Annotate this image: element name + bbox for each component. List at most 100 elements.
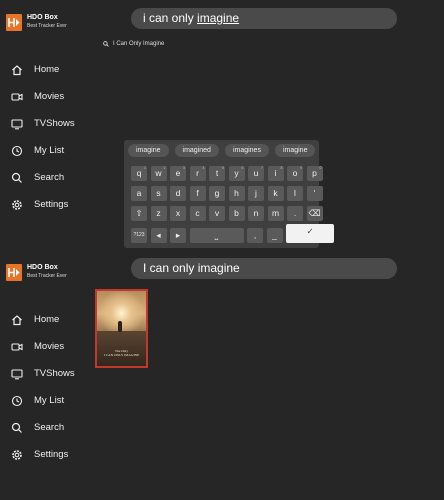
keyboard-suggestion[interactable]: imagines <box>224 144 269 157</box>
keyboard-row: a s d f g h j k l ' <box>131 186 326 201</box>
sidebar-item-movies[interactable]: Movies <box>10 333 75 360</box>
sidebar-item-search[interactable]: Search <box>10 164 75 191</box>
key-m[interactable]: m <box>267 206 284 221</box>
search-icon <box>10 171 24 185</box>
key-d[interactable]: d <box>170 186 186 201</box>
search-icon <box>103 41 109 47</box>
tv-icon <box>10 367 24 381</box>
key-s[interactable]: s <box>150 186 167 201</box>
sidebar-item-movies[interactable]: Movies <box>10 83 75 110</box>
apostrophe-key[interactable]: ' <box>306 186 323 201</box>
key-q[interactable]: q1 <box>131 166 147 181</box>
key-label: t <box>215 168 219 178</box>
enter-key[interactable]: ✓ <box>286 224 334 243</box>
key-alt-label: 1 <box>144 166 146 170</box>
key-alt-label: 4 <box>202 166 205 170</box>
sidebar-item-my-list[interactable]: My List <box>10 137 75 164</box>
key-a[interactable]: a <box>131 186 147 201</box>
sidebar-nav: Home Movies TVShows My List Search Setti… <box>10 56 75 218</box>
sidebar-item-label: Settings <box>34 449 69 460</box>
clock-icon <box>10 394 24 408</box>
key-y[interactable]: y6 <box>228 166 245 181</box>
key-label: y <box>234 168 239 178</box>
top-panel: HDO Box Best Tracker Ever i can only ima… <box>0 0 444 250</box>
symbols-key[interactable]: ?123 <box>131 228 147 243</box>
key-f[interactable]: f <box>189 186 206 201</box>
key-p[interactable]: p0 <box>306 166 323 181</box>
key-label: q <box>136 168 142 178</box>
backspace-key[interactable]: ⌫ <box>306 206 323 221</box>
keyboard-row: q1w2e3r4t5y6u7i8o9p0 <box>131 166 326 181</box>
suggestion-label: I Can Only Imagine <box>113 41 165 47</box>
hdo-logo-icon <box>6 13 22 31</box>
sidebar-item-label: Settings <box>34 199 69 210</box>
app-subtitle: Best Tracker Ever <box>27 23 67 29</box>
keyboard-suggestion[interactable]: imagine <box>128 144 169 157</box>
video-camera-icon <box>10 340 24 354</box>
sidebar-item-tvshows[interactable]: TVShows <box>10 360 75 387</box>
key-x[interactable]: x <box>170 206 186 221</box>
period-key[interactable]: . <box>287 206 303 221</box>
gear-icon <box>10 198 24 212</box>
key-j[interactable]: j <box>248 186 264 201</box>
key-k[interactable]: k <box>267 186 284 201</box>
key-e[interactable]: e3 <box>170 166 186 181</box>
key-c[interactable]: c <box>189 206 206 221</box>
search-text: I can only imagine <box>143 261 240 275</box>
key-g[interactable]: g <box>209 186 225 201</box>
app-title: HDO Box <box>27 14 58 21</box>
cursor-right-key[interactable]: ▸ <box>170 228 186 243</box>
key-alt-label: 7 <box>261 166 263 170</box>
search-text-prefix: i can only <box>143 11 198 25</box>
sidebar-item-settings[interactable]: Settings <box>10 441 75 468</box>
search-input[interactable]: i can only imagine <box>131 8 397 29</box>
sidebar-item-home[interactable]: Home <box>10 306 75 333</box>
key-z[interactable]: z <box>150 206 167 221</box>
key-u[interactable]: u7 <box>248 166 264 181</box>
key-alt-label: 8 <box>280 166 283 170</box>
sidebar-item-my-list[interactable]: My List <box>10 387 75 414</box>
key-alt-label: 5 <box>222 166 224 170</box>
sidebar-item-search[interactable]: Search <box>10 414 75 441</box>
key-i[interactable]: i8 <box>267 166 284 181</box>
key-b[interactable]: b <box>228 206 245 221</box>
shift-key[interactable]: ⇧ <box>131 206 147 221</box>
key-label: r <box>196 168 199 178</box>
sidebar-item-home[interactable]: Home <box>10 56 75 83</box>
key-alt-label: 6 <box>241 166 244 170</box>
sidebar-item-label: Movies <box>34 341 65 352</box>
keyboard-row: ⇧ z x c v b n m. ⌫ <box>131 206 326 221</box>
sidebar-item-tvshows[interactable]: TVShows <box>10 110 75 137</box>
key-l[interactable]: l <box>287 186 303 201</box>
key-r[interactable]: r4 <box>189 166 206 181</box>
key-alt-label: 2 <box>163 166 166 170</box>
app-logo: HDO Box Best Tracker Ever <box>6 263 67 281</box>
search-suggestion[interactable]: I Can Only Imagine <box>103 41 164 47</box>
key-t[interactable]: t5 <box>209 166 225 181</box>
keyboard-suggestion[interactable]: imagined <box>174 144 219 157</box>
key-alt-label: 0 <box>319 166 322 170</box>
sidebar-item-label: Search <box>34 422 65 433</box>
search-input[interactable]: I can only imagine <box>131 258 397 279</box>
cursor-left-key[interactable]: ◂ <box>150 228 167 243</box>
key-w[interactable]: w2 <box>150 166 167 181</box>
key-alt-label: 3 <box>183 166 185 170</box>
space-key[interactable]: ⎵ <box>189 228 244 243</box>
key-label: e <box>175 168 181 178</box>
key-h[interactable]: h <box>228 186 245 201</box>
key-label: i <box>274 168 277 178</box>
key-label: w <box>155 168 162 178</box>
bottom-panel: HDO Box Best Tracker Ever I can only ima… <box>0 250 444 500</box>
sidebar-item-label: TVShows <box>34 368 75 379</box>
key-v[interactable]: v <box>209 206 225 221</box>
keyboard-suggestion[interactable]: imagine <box>274 144 316 157</box>
movie-poster-result[interactable]: The Only I CAN ONLY IMAGINE <box>95 289 148 368</box>
sidebar-item-settings[interactable]: Settings <box>10 191 75 218</box>
key-n[interactable]: n <box>248 206 264 221</box>
onscreen-keyboard: imagine imagined imagines imagine q1w2e3… <box>124 140 334 248</box>
underscore-key[interactable]: _ <box>266 228 283 243</box>
key-o[interactable]: o9 <box>287 166 303 181</box>
sidebar-item-label: My List <box>34 145 65 156</box>
comma-key[interactable]: , <box>247 228 263 243</box>
video-camera-icon <box>10 90 24 104</box>
